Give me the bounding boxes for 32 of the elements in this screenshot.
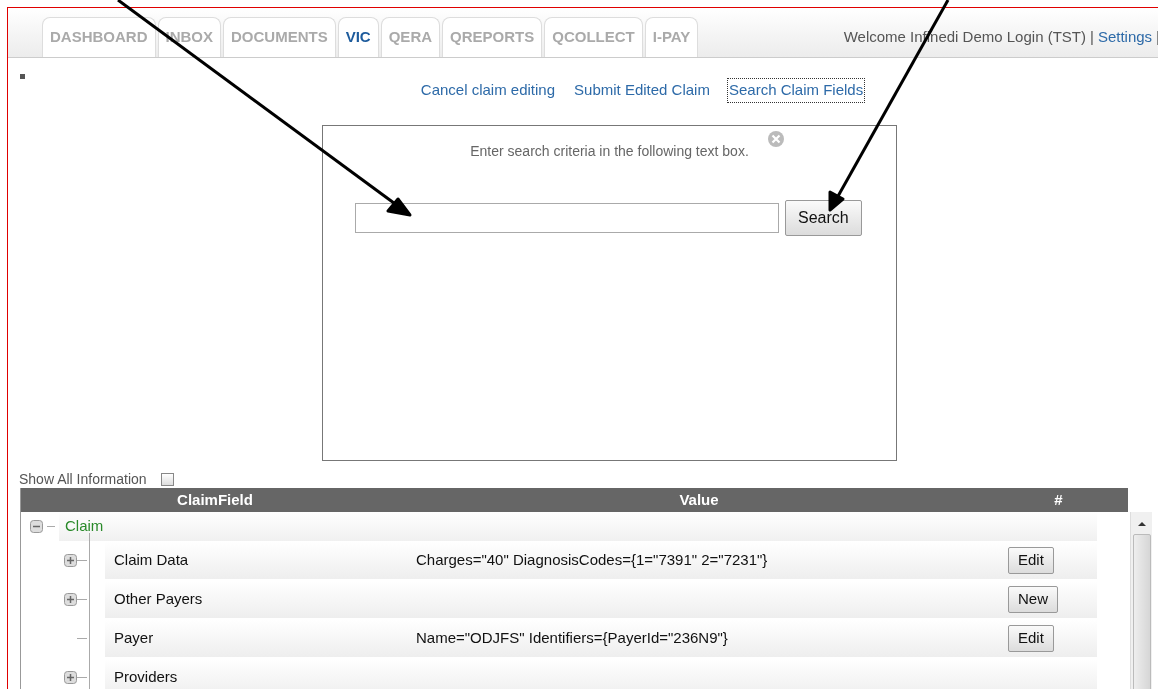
show-all-checkbox[interactable] xyxy=(160,472,174,486)
field-name-text: Payer xyxy=(113,628,155,649)
action-link[interactable]: Submit Edited Claim xyxy=(573,79,711,102)
show-all-label: Show All Information xyxy=(19,469,147,489)
scrollbar[interactable] xyxy=(1130,512,1152,689)
expand-icon[interactable] xyxy=(64,593,77,606)
scroll-thumb[interactable] xyxy=(1132,534,1151,689)
field-name-text: Other Payers xyxy=(113,589,204,610)
search-button[interactable]: Search xyxy=(785,200,862,236)
instruction-text: Enter search criteria in the following text box. xyxy=(469,142,750,161)
scroll-up-icon[interactable] xyxy=(1136,520,1147,528)
field-value-text: Charges="40" DiagnosisCodes={1="7391" 2="7231"} xyxy=(416,551,768,569)
field-name-text: Claim Data xyxy=(113,550,190,571)
column-header: ClaimField xyxy=(176,489,254,510)
settings-link[interactable]: Settings xyxy=(1097,25,1153,49)
collapse-icon[interactable] xyxy=(30,520,43,533)
row-action-button[interactable]: Edit xyxy=(1008,547,1054,574)
action-link[interactable]: Search Claim Fields xyxy=(727,79,865,102)
column-header: Value xyxy=(678,489,720,510)
nav-tab[interactable]: VIC xyxy=(337,17,379,57)
search-field[interactable] xyxy=(355,203,779,233)
field-value-text: Name="ODJFS" Identifiers={PayerId="236N9"} xyxy=(416,629,728,647)
separator-text: | xyxy=(1090,26,1094,47)
corner-icon xyxy=(20,74,25,79)
column-header: # xyxy=(1053,489,1064,510)
expand-icon[interactable] xyxy=(64,554,77,567)
action-link[interactable]: Cancel claim editing xyxy=(419,79,557,102)
row-action-button[interactable]: New xyxy=(1008,586,1058,613)
separator-text: | xyxy=(1156,26,1158,47)
field-name-text: Providers xyxy=(113,667,179,688)
row-action-button[interactable]: Edit xyxy=(1008,625,1054,652)
expand-icon[interactable] xyxy=(64,671,77,684)
